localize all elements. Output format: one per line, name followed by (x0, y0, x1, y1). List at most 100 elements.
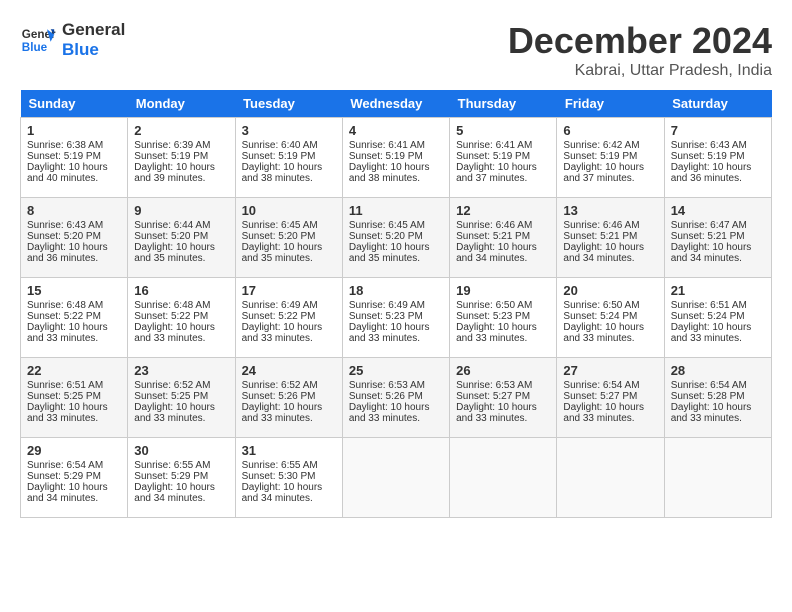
daylight-label: Daylight: 10 hours and 33 minutes. (134, 402, 215, 424)
location-title: Kabrai, Uttar Pradesh, India (508, 62, 772, 80)
day-number: 7 (671, 123, 765, 138)
sunset-label: Sunset: 5:23 PM (456, 311, 530, 322)
sunset-label: Sunset: 5:20 PM (134, 231, 208, 242)
sunset-label: Sunset: 5:19 PM (349, 151, 423, 162)
daylight-label: Daylight: 10 hours and 33 minutes. (27, 402, 108, 424)
sunrise-label: Sunrise: 6:54 AM (27, 460, 103, 471)
week-row-3: 15 Sunrise: 6:48 AM Sunset: 5:22 PM Dayl… (21, 278, 772, 358)
sunrise-label: Sunrise: 6:52 AM (242, 380, 318, 391)
day-number: 28 (671, 363, 765, 378)
logo: General Blue General Blue (20, 20, 125, 61)
daylight-label: Daylight: 10 hours and 33 minutes. (27, 322, 108, 344)
daylight-label: Daylight: 10 hours and 34 minutes. (134, 482, 215, 504)
calendar-cell: 15 Sunrise: 6:48 AM Sunset: 5:22 PM Dayl… (21, 278, 128, 358)
daylight-label: Daylight: 10 hours and 40 minutes. (27, 162, 108, 184)
sunrise-label: Sunrise: 6:49 AM (349, 300, 425, 311)
sunset-label: Sunset: 5:21 PM (563, 231, 637, 242)
calendar-cell: 22 Sunrise: 6:51 AM Sunset: 5:25 PM Dayl… (21, 358, 128, 438)
calendar-cell: 14 Sunrise: 6:47 AM Sunset: 5:21 PM Dayl… (664, 198, 771, 278)
day-number: 13 (563, 203, 657, 218)
daylight-label: Daylight: 10 hours and 34 minutes. (563, 242, 644, 264)
daylight-label: Daylight: 10 hours and 33 minutes. (134, 322, 215, 344)
day-number: 21 (671, 283, 765, 298)
sunset-label: Sunset: 5:27 PM (563, 391, 637, 402)
day-header-row: SundayMondayTuesdayWednesdayThursdayFrid… (21, 90, 772, 118)
logo-icon: General Blue (20, 22, 56, 58)
daylight-label: Daylight: 10 hours and 37 minutes. (563, 162, 644, 184)
sunset-label: Sunset: 5:22 PM (242, 311, 316, 322)
calendar-cell: 18 Sunrise: 6:49 AM Sunset: 5:23 PM Dayl… (342, 278, 449, 358)
daylight-label: Daylight: 10 hours and 34 minutes. (27, 482, 108, 504)
day-number: 12 (456, 203, 550, 218)
daylight-label: Daylight: 10 hours and 35 minutes. (134, 242, 215, 264)
day-number: 31 (242, 443, 336, 458)
daylight-label: Daylight: 10 hours and 34 minutes. (671, 242, 752, 264)
calendar-cell: 6 Sunrise: 6:42 AM Sunset: 5:19 PM Dayli… (557, 118, 664, 198)
calendar-cell: 29 Sunrise: 6:54 AM Sunset: 5:29 PM Dayl… (21, 438, 128, 518)
week-row-4: 22 Sunrise: 6:51 AM Sunset: 5:25 PM Dayl… (21, 358, 772, 438)
sunset-label: Sunset: 5:22 PM (134, 311, 208, 322)
day-number: 11 (349, 203, 443, 218)
sunset-label: Sunset: 5:29 PM (134, 471, 208, 482)
day-number: 6 (563, 123, 657, 138)
day-number: 10 (242, 203, 336, 218)
sunrise-label: Sunrise: 6:52 AM (134, 380, 210, 391)
day-number: 19 (456, 283, 550, 298)
calendar-cell (450, 438, 557, 518)
day-header-wednesday: Wednesday (342, 90, 449, 118)
sunset-label: Sunset: 5:26 PM (349, 391, 423, 402)
svg-text:Blue: Blue (22, 41, 48, 54)
sunrise-label: Sunrise: 6:45 AM (349, 220, 425, 231)
calendar-cell: 26 Sunrise: 6:53 AM Sunset: 5:27 PM Dayl… (450, 358, 557, 438)
day-header-saturday: Saturday (664, 90, 771, 118)
calendar-cell: 9 Sunrise: 6:44 AM Sunset: 5:20 PM Dayli… (128, 198, 235, 278)
calendar-cell: 11 Sunrise: 6:45 AM Sunset: 5:20 PM Dayl… (342, 198, 449, 278)
sunrise-label: Sunrise: 6:48 AM (27, 300, 103, 311)
sunset-label: Sunset: 5:28 PM (671, 391, 745, 402)
sunrise-label: Sunrise: 6:48 AM (134, 300, 210, 311)
day-number: 5 (456, 123, 550, 138)
sunrise-label: Sunrise: 6:46 AM (563, 220, 639, 231)
day-number: 8 (27, 203, 121, 218)
week-row-1: 1 Sunrise: 6:38 AM Sunset: 5:19 PM Dayli… (21, 118, 772, 198)
calendar-cell: 21 Sunrise: 6:51 AM Sunset: 5:24 PM Dayl… (664, 278, 771, 358)
day-number: 2 (134, 123, 228, 138)
day-number: 23 (134, 363, 228, 378)
sunset-label: Sunset: 5:23 PM (349, 311, 423, 322)
calendar-cell: 19 Sunrise: 6:50 AM Sunset: 5:23 PM Dayl… (450, 278, 557, 358)
calendar-cell: 28 Sunrise: 6:54 AM Sunset: 5:28 PM Dayl… (664, 358, 771, 438)
calendar-cell: 20 Sunrise: 6:50 AM Sunset: 5:24 PM Dayl… (557, 278, 664, 358)
calendar-cell: 25 Sunrise: 6:53 AM Sunset: 5:26 PM Dayl… (342, 358, 449, 438)
sunset-label: Sunset: 5:20 PM (349, 231, 423, 242)
calendar-cell (557, 438, 664, 518)
sunset-label: Sunset: 5:19 PM (671, 151, 745, 162)
calendar-cell: 23 Sunrise: 6:52 AM Sunset: 5:25 PM Dayl… (128, 358, 235, 438)
sunset-label: Sunset: 5:24 PM (671, 311, 745, 322)
daylight-label: Daylight: 10 hours and 33 minutes. (242, 402, 323, 424)
calendar-cell: 7 Sunrise: 6:43 AM Sunset: 5:19 PM Dayli… (664, 118, 771, 198)
week-row-5: 29 Sunrise: 6:54 AM Sunset: 5:29 PM Dayl… (21, 438, 772, 518)
day-number: 29 (27, 443, 121, 458)
calendar-cell: 30 Sunrise: 6:55 AM Sunset: 5:29 PM Dayl… (128, 438, 235, 518)
day-number: 16 (134, 283, 228, 298)
sunset-label: Sunset: 5:21 PM (671, 231, 745, 242)
day-number: 9 (134, 203, 228, 218)
calendar-cell: 8 Sunrise: 6:43 AM Sunset: 5:20 PM Dayli… (21, 198, 128, 278)
sunset-label: Sunset: 5:20 PM (27, 231, 101, 242)
day-header-thursday: Thursday (450, 90, 557, 118)
day-header-monday: Monday (128, 90, 235, 118)
sunrise-label: Sunrise: 6:53 AM (456, 380, 532, 391)
day-header-sunday: Sunday (21, 90, 128, 118)
sunrise-label: Sunrise: 6:50 AM (563, 300, 639, 311)
day-number: 22 (27, 363, 121, 378)
sunrise-label: Sunrise: 6:45 AM (242, 220, 318, 231)
daylight-label: Daylight: 10 hours and 36 minutes. (27, 242, 108, 264)
day-number: 26 (456, 363, 550, 378)
daylight-label: Daylight: 10 hours and 38 minutes. (349, 162, 430, 184)
week-row-2: 8 Sunrise: 6:43 AM Sunset: 5:20 PM Dayli… (21, 198, 772, 278)
sunrise-label: Sunrise: 6:51 AM (27, 380, 103, 391)
calendar-cell: 16 Sunrise: 6:48 AM Sunset: 5:22 PM Dayl… (128, 278, 235, 358)
title-area: December 2024 Kabrai, Uttar Pradesh, Ind… (508, 20, 772, 80)
day-header-friday: Friday (557, 90, 664, 118)
sunset-label: Sunset: 5:19 PM (27, 151, 101, 162)
